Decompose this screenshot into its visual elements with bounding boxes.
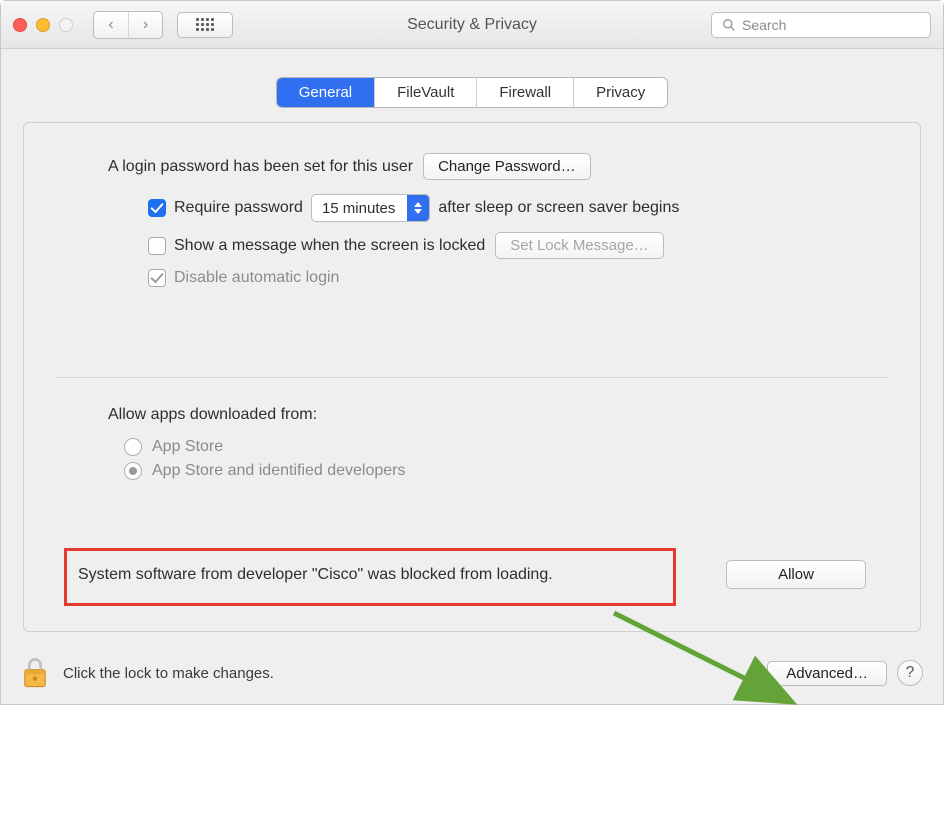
back-button[interactable]: ‹ <box>94 12 128 38</box>
login-password-text: A login password has been set for this u… <box>108 158 413 176</box>
chevron-left-icon: ‹ <box>108 16 113 33</box>
question-mark-icon: ? <box>906 664 915 682</box>
tab-privacy[interactable]: Privacy <box>573 78 667 107</box>
tab-filevault[interactable]: FileVault <box>374 78 476 107</box>
search-icon <box>722 18 736 32</box>
forward-button[interactable]: › <box>128 12 162 38</box>
tab-bar: General FileVault Firewall Privacy <box>23 77 921 108</box>
blocked-software-message: System software from developer "Cisco" w… <box>78 566 553 584</box>
allow-button[interactable]: Allow <box>726 560 866 589</box>
content-area: General FileVault Firewall Privacy A log… <box>1 49 943 642</box>
search-input[interactable] <box>742 17 920 33</box>
footer: Click the lock to make changes. Advanced… <box>1 642 943 704</box>
show-message-checkbox[interactable] <box>148 237 166 255</box>
radio-icon <box>124 462 142 480</box>
preferences-window: ‹ › Security & Privacy General FileVault… <box>0 0 944 705</box>
tab-firewall[interactable]: Firewall <box>476 78 573 107</box>
close-window-button[interactable] <box>13 18 27 32</box>
radio-app-store[interactable]: App Store <box>124 438 876 456</box>
help-button[interactable]: ? <box>897 660 923 686</box>
disable-auto-login-label: Disable automatic login <box>174 269 339 287</box>
require-password-suffix: after sleep or screen saver begins <box>438 199 679 217</box>
require-password-delay-value: 15 minutes <box>312 197 407 220</box>
radio-app-store-label: App Store <box>152 438 223 456</box>
nav-back-forward: ‹ › <box>93 11 163 39</box>
search-field[interactable] <box>711 12 931 38</box>
general-panel: A login password has been set for this u… <box>23 122 921 632</box>
allow-apps-radio-group: App Store App Store and identified devel… <box>124 438 876 480</box>
minimize-window-button[interactable] <box>36 18 50 32</box>
zoom-window-button[interactable] <box>59 18 73 32</box>
allow-apps-title: Allow apps downloaded from: <box>108 406 876 424</box>
change-password-button[interactable]: Change Password… <box>423 153 591 180</box>
require-password-row: Require password 15 minutes after sleep … <box>148 194 876 287</box>
lock-text: Click the lock to make changes. <box>63 665 274 682</box>
radio-app-store-identified[interactable]: App Store and identified developers <box>124 462 876 480</box>
select-stepper-icon <box>407 195 429 221</box>
lock-icon[interactable] <box>21 656 49 690</box>
disable-auto-login-checkbox[interactable] <box>148 269 166 287</box>
radio-icon <box>124 438 142 456</box>
require-password-label: Require password <box>174 199 303 217</box>
radio-identified-label: App Store and identified developers <box>152 462 406 480</box>
show-all-button[interactable] <box>177 12 233 38</box>
titlebar: ‹ › Security & Privacy <box>1 1 943 49</box>
divider <box>56 377 888 378</box>
set-lock-message-button[interactable]: Set Lock Message… <box>495 232 663 259</box>
traffic-lights <box>13 18 73 32</box>
login-password-row: A login password has been set for this u… <box>108 153 876 180</box>
grid-icon <box>196 18 214 31</box>
require-password-checkbox[interactable] <box>148 199 166 217</box>
show-message-label: Show a message when the screen is locked <box>174 237 485 255</box>
chevron-right-icon: › <box>143 16 148 33</box>
advanced-button[interactable]: Advanced… <box>767 661 887 686</box>
require-password-delay-select[interactable]: 15 minutes <box>311 194 430 222</box>
tab-general[interactable]: General <box>277 78 374 107</box>
blocked-software-row: System software from developer "Cisco" w… <box>68 544 876 605</box>
